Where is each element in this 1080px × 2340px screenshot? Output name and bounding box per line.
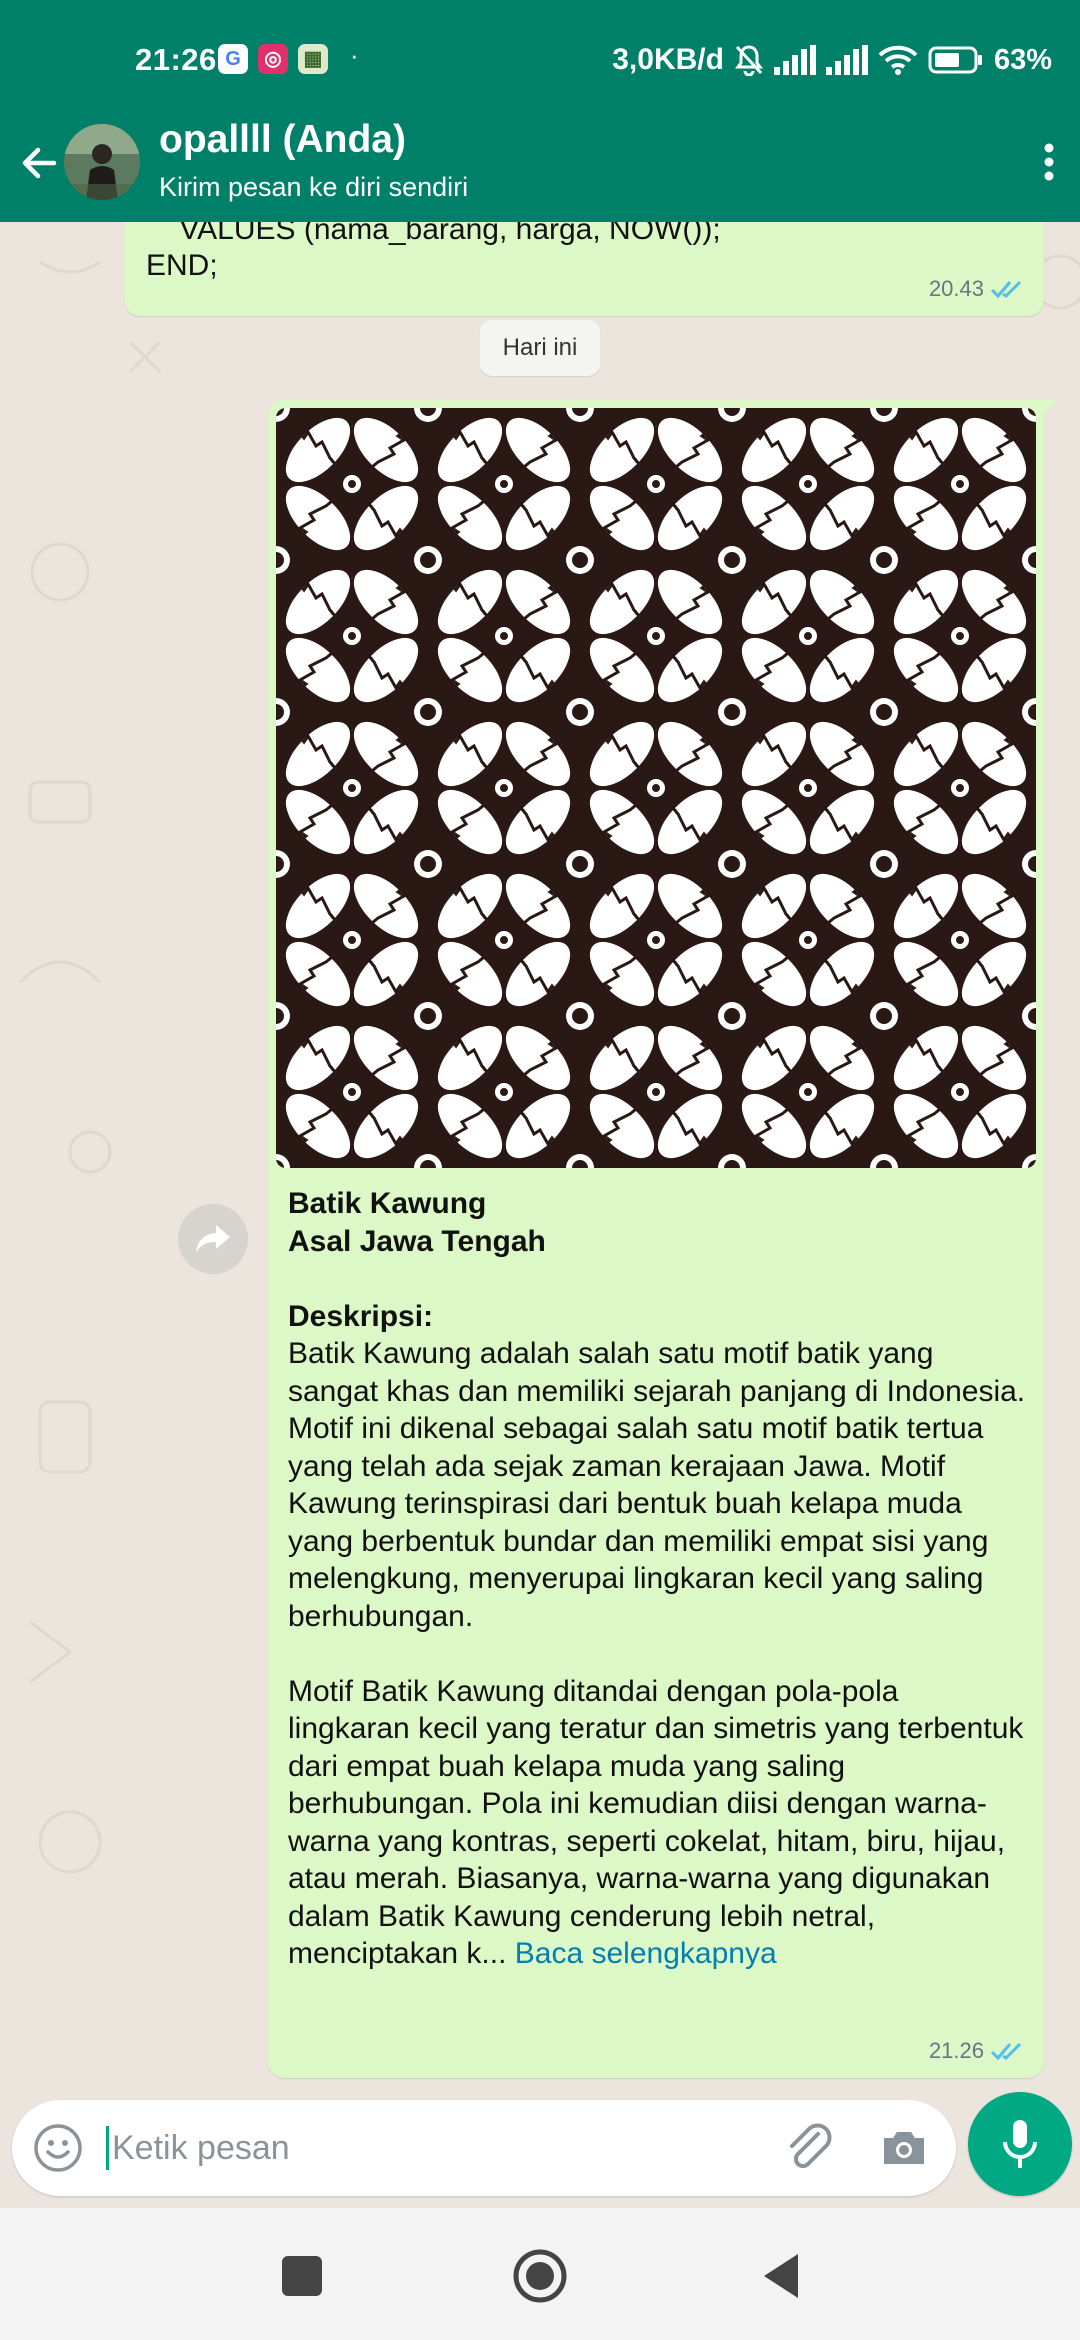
message-composer xyxy=(12,2100,956,2196)
camera-icon[interactable] xyxy=(878,2122,930,2174)
message-title: Batik Kawung xyxy=(288,1187,487,1220)
system-nav-bar xyxy=(0,2208,1080,2340)
double-check-icon xyxy=(990,280,1022,299)
message-origin: Asal Jawa Tengah xyxy=(288,1224,546,1258)
chat-title[interactable]: opallll (Anda) xyxy=(159,118,406,162)
double-check-icon xyxy=(990,2042,1022,2061)
message-bubble[interactable]: Batik Kawung Asal Jawa Tengah Deskripsi:… xyxy=(268,400,1058,2078)
code-line-1: VALUES (nama_barang, harga, NOW()); xyxy=(146,222,721,246)
app-bar: opallll (Anda) Kirim pesan ke diri sendi… xyxy=(0,110,1080,222)
description-paragraph-1: Batik Kawung adalah salah satu motif bat… xyxy=(288,1337,1026,1633)
wifi-icon xyxy=(878,45,918,75)
mute-bell-icon xyxy=(734,45,763,76)
description-paragraph-2-text: Motif Batik Kawung ditandai dengan pola-… xyxy=(288,1674,1024,1971)
back-nav-icon[interactable] xyxy=(752,2246,812,2306)
avatar-photo xyxy=(64,124,140,200)
recents-icon[interactable] xyxy=(272,2246,332,2306)
header: 21:26 G ◎ ▦ · 3,0KB/d 63% opallll (Anda)… xyxy=(0,0,1080,222)
message-meta: 21.26 xyxy=(929,2038,1026,2064)
battery-icon xyxy=(928,46,982,74)
previous-message-bubble[interactable]: VALUES (nama_barang, harga, NOW()); END;… xyxy=(124,222,1044,316)
code-line-2: END; xyxy=(146,249,218,282)
chat-area[interactable]: VALUES (nama_barang, harga, NOW()); END;… xyxy=(0,222,1080,2108)
chat-subtitle[interactable]: Kirim pesan ke diri sendiri xyxy=(159,172,468,203)
emoji-icon[interactable] xyxy=(32,2122,84,2174)
avatar[interactable] xyxy=(64,124,140,200)
message-input[interactable] xyxy=(112,2124,752,2172)
google-icon: G xyxy=(218,44,248,74)
status-bar: 21:26 G ◎ ▦ · 3,0KB/d 63% xyxy=(0,0,1080,124)
status-time: 21:26 xyxy=(135,42,217,77)
gallery-app-icon: ▦ xyxy=(298,44,328,74)
signal-icon-2 xyxy=(825,45,868,75)
previous-message-code: VALUES (nama_barang, harga, NOW()); END; xyxy=(146,222,721,284)
attach-icon[interactable] xyxy=(782,2120,838,2176)
signal-icon xyxy=(773,45,816,75)
instagram-icon: ◎ xyxy=(258,44,288,74)
microphone-icon xyxy=(1003,2120,1037,2168)
more-options-icon[interactable] xyxy=(1032,134,1066,190)
previous-message-time: 20.43 xyxy=(928,276,984,301)
message-text[interactable]: Batik Kawung Asal Jawa Tengah Deskripsi:… xyxy=(288,1185,1028,1973)
message-time: 21.26 xyxy=(928,2038,984,2063)
batik-pattern xyxy=(276,408,1036,1168)
home-icon[interactable] xyxy=(510,2246,570,2306)
previous-message-meta: 20.43 xyxy=(929,276,1026,302)
text-cursor xyxy=(106,2126,109,2170)
network-speed: 3,0KB/d xyxy=(612,43,724,76)
read-more-link[interactable]: Baca selengkapnya xyxy=(515,1937,777,1970)
forward-button[interactable] xyxy=(178,1204,248,1274)
notification-dot: · xyxy=(350,40,359,70)
date-divider: Hari ini xyxy=(480,320,600,376)
voice-record-button[interactable] xyxy=(968,2092,1072,2196)
forward-icon xyxy=(196,1225,230,1253)
description-paragraph-2: Motif Batik Kawung ditandai dengan pola-… xyxy=(288,1673,1028,1973)
batik-kawung-image[interactable] xyxy=(276,408,1036,1168)
battery-percent: 63% xyxy=(993,43,1052,76)
back-arrow-icon[interactable] xyxy=(14,138,64,188)
status-right: 3,0KB/d 63% xyxy=(612,40,1052,80)
description-label: Deskripsi: xyxy=(288,1299,434,1333)
